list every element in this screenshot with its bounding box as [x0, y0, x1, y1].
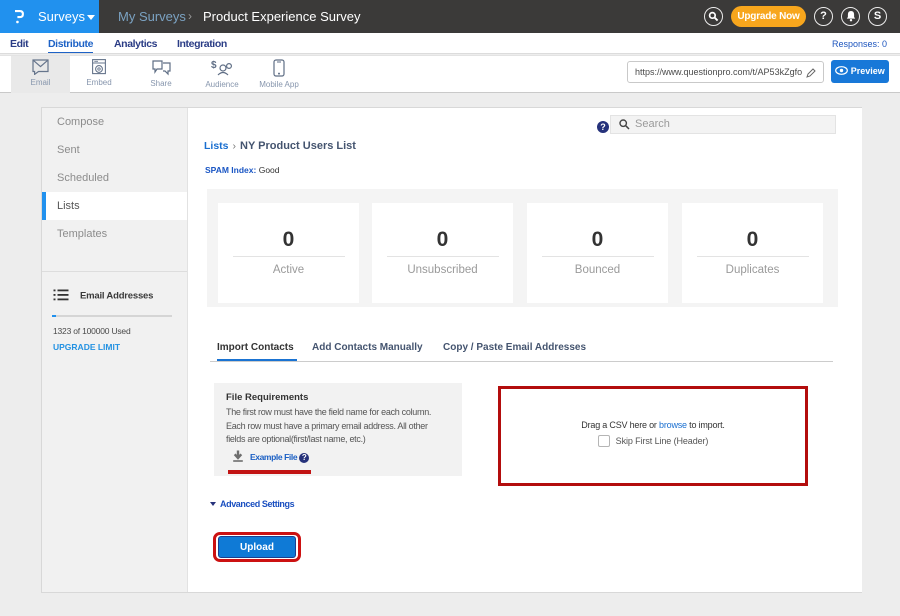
- svg-text:$: $: [211, 60, 217, 71]
